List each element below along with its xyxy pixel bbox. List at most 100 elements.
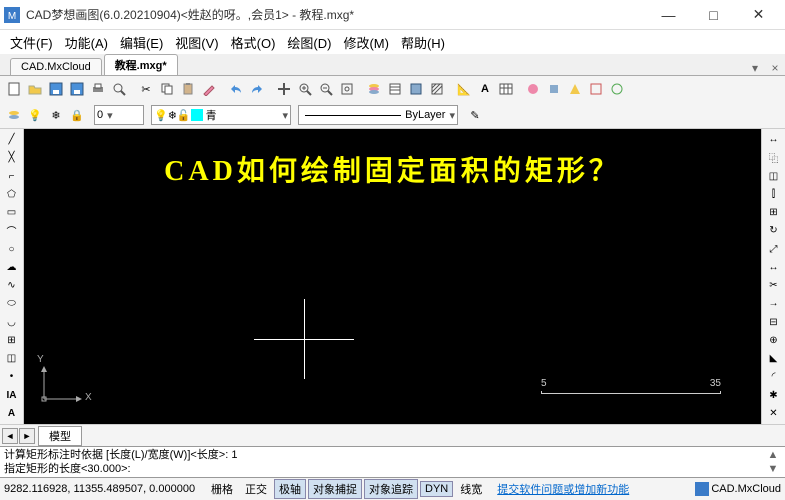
tool5-icon[interactable]: [607, 79, 627, 99]
menu-draw[interactable]: 绘图(D): [281, 31, 337, 54]
extend-tool-icon[interactable]: →: [764, 295, 784, 312]
dim-icon[interactable]: 📐: [454, 79, 474, 99]
tool4-icon[interactable]: [586, 79, 606, 99]
scale-tool-icon[interactable]: ⤢: [764, 241, 784, 258]
table-icon[interactable]: [496, 79, 516, 99]
linetype-combo[interactable]: ByLayer ▾: [298, 105, 458, 125]
rotate-tool-icon[interactable]: ↻: [764, 222, 784, 239]
modeltab-next-icon[interactable]: ►: [19, 428, 35, 444]
circle-tool-icon[interactable]: ○: [2, 241, 22, 258]
ucs-x-label: X: [85, 392, 92, 403]
print-icon[interactable]: [88, 79, 108, 99]
status-dyn[interactable]: DYN: [420, 481, 453, 497]
spline-tool-icon[interactable]: ∿: [2, 277, 22, 294]
feedback-link[interactable]: 提交软件问题或增加新功能: [497, 481, 629, 497]
cmd-scroll-up-icon[interactable]: ▲: [765, 448, 781, 462]
block-tool-icon[interactable]: ◫: [2, 350, 22, 367]
tool2-icon[interactable]: [544, 79, 564, 99]
paste-icon[interactable]: [178, 79, 198, 99]
polygon-tool-icon[interactable]: ⬠: [2, 186, 22, 203]
tab-menu-icon[interactable]: ▾: [745, 61, 765, 75]
cmd-scroll-down-icon[interactable]: ▼: [765, 462, 781, 476]
layer-props-icon[interactable]: [4, 105, 24, 125]
zoom-window-icon[interactable]: [295, 79, 315, 99]
pan-icon[interactable]: [274, 79, 294, 99]
explode-tool-icon[interactable]: ✱: [764, 387, 784, 404]
break-tool-icon[interactable]: ⊟: [764, 314, 784, 331]
menu-func[interactable]: 功能(A): [59, 31, 114, 54]
ellipse-tool-icon[interactable]: ⬭: [2, 295, 22, 312]
tab-cloud[interactable]: CAD.MxCloud: [10, 58, 102, 75]
chamfer-tool-icon[interactable]: ◣: [764, 350, 784, 367]
erase-tool-icon[interactable]: ✕: [764, 405, 784, 422]
save-icon[interactable]: [46, 79, 66, 99]
modeltab-prev-icon[interactable]: ◄: [2, 428, 18, 444]
match-icon[interactable]: [199, 79, 219, 99]
point-tool-icon[interactable]: •: [2, 368, 22, 385]
preview-icon[interactable]: [109, 79, 129, 99]
tab-current[interactable]: 教程.mxg*: [104, 54, 178, 75]
new-icon[interactable]: [4, 79, 24, 99]
layer-freeze-icon[interactable]: ❄: [46, 105, 66, 125]
layers-icon[interactable]: [364, 79, 384, 99]
copy-icon[interactable]: [157, 79, 177, 99]
menu-file[interactable]: 文件(F): [4, 31, 59, 54]
status-grid[interactable]: 栅格: [206, 479, 238, 499]
toolbar-standard: ✂ 📐 A: [0, 76, 785, 102]
drawing-canvas[interactable]: CAD如何绘制固定面积的矩形？ Y X 5 35: [24, 129, 761, 424]
copy-tool-icon[interactable]: ⿻: [764, 149, 784, 166]
open-icon[interactable]: [25, 79, 45, 99]
tab-close-icon[interactable]: ×: [765, 61, 785, 75]
join-tool-icon[interactable]: ⊕: [764, 332, 784, 349]
tool3-icon[interactable]: [565, 79, 585, 99]
command-line[interactable]: 计算矩形标注时依据 [长度(L)/宽度(W)]<长度>: 1 ▲ 指定矩形的长度…: [0, 446, 785, 478]
insert-tool-icon[interactable]: ⊞: [2, 332, 22, 349]
move-tool-icon[interactable]: ↔: [764, 131, 784, 148]
fillet-tool-icon[interactable]: ◜: [764, 368, 784, 385]
close-button[interactable]: ✕: [736, 1, 781, 29]
trim-tool-icon[interactable]: ✂: [764, 277, 784, 294]
layer-state-combo[interactable]: 0▾: [94, 105, 144, 125]
status-ortho[interactable]: 正交: [240, 479, 272, 499]
layer-lock-icon[interactable]: 🔒: [67, 105, 87, 125]
tool1-icon[interactable]: [523, 79, 543, 99]
menu-modify[interactable]: 修改(M): [337, 31, 395, 54]
text-tool-icon[interactable]: IA: [2, 387, 22, 404]
undo-icon[interactable]: [226, 79, 246, 99]
menu-format[interactable]: 格式(O): [225, 31, 282, 54]
menu-view[interactable]: 视图(V): [169, 31, 224, 54]
xline-tool-icon[interactable]: ╳: [2, 149, 22, 166]
offset-tool-icon[interactable]: ⫿: [764, 186, 784, 203]
array-tool-icon[interactable]: ⊞: [764, 204, 784, 221]
properties-icon[interactable]: [385, 79, 405, 99]
menu-edit[interactable]: 编辑(E): [114, 31, 169, 54]
cut-icon[interactable]: ✂: [136, 79, 156, 99]
menu-help[interactable]: 帮助(H): [395, 31, 451, 54]
status-polar[interactable]: 极轴: [274, 479, 306, 499]
ellipse-arc-tool-icon[interactable]: ◡: [2, 314, 22, 331]
saveas-icon[interactable]: [67, 79, 87, 99]
redo-icon[interactable]: [247, 79, 267, 99]
zoom-extents-icon[interactable]: [337, 79, 357, 99]
status-osnap[interactable]: 对象捕捉: [308, 479, 362, 499]
line-tool-icon[interactable]: ╱: [2, 131, 22, 148]
revcloud-tool-icon[interactable]: ☁: [2, 259, 22, 276]
arc-tool-icon[interactable]: ⌒: [2, 222, 22, 239]
stretch-tool-icon[interactable]: ↔: [764, 259, 784, 276]
layer-combo[interactable]: 💡❄🔓 青 ▾: [151, 105, 291, 125]
maximize-button[interactable]: □: [691, 1, 736, 29]
rect-tool-icon[interactable]: ▭: [2, 204, 22, 221]
status-otrack[interactable]: 对象追踪: [364, 479, 418, 499]
pline-tool-icon[interactable]: ⌐: [2, 168, 22, 185]
hatch-icon[interactable]: [427, 79, 447, 99]
minimize-button[interactable]: —: [646, 1, 691, 29]
layer-on-icon[interactable]: 💡: [25, 105, 45, 125]
mirror-tool-icon[interactable]: ◫: [764, 168, 784, 185]
mtext-tool-icon[interactable]: A: [2, 405, 22, 422]
block-icon[interactable]: [406, 79, 426, 99]
model-tab[interactable]: 模型: [38, 426, 82, 446]
status-lwt[interactable]: 线宽: [455, 479, 487, 499]
text-icon[interactable]: A: [475, 79, 495, 99]
zoom-out-icon[interactable]: [316, 79, 336, 99]
linetype-edit-icon[interactable]: ✎: [465, 105, 485, 125]
